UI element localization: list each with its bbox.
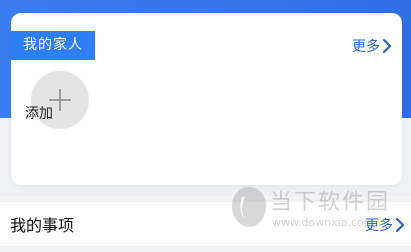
family-more-label: 更多 <box>352 39 380 55</box>
my-matters-title: 我的事项 <box>10 216 75 235</box>
chevron-right-icon <box>382 38 392 54</box>
watermark-text: 当下软件园 <box>270 190 391 215</box>
watermark: 当下软件园 www.downxia.com <box>228 184 408 236</box>
watermark-url: www.downxia.com <box>272 216 375 229</box>
my-family-title: 我的家人 <box>11 31 95 60</box>
family-more-link[interactable]: 更多 <box>352 36 394 56</box>
watermark-logo-icon <box>232 187 266 227</box>
add-family-label: 添加 <box>25 106 53 122</box>
my-family-card: 我的家人 更多 添加 <box>11 13 402 185</box>
